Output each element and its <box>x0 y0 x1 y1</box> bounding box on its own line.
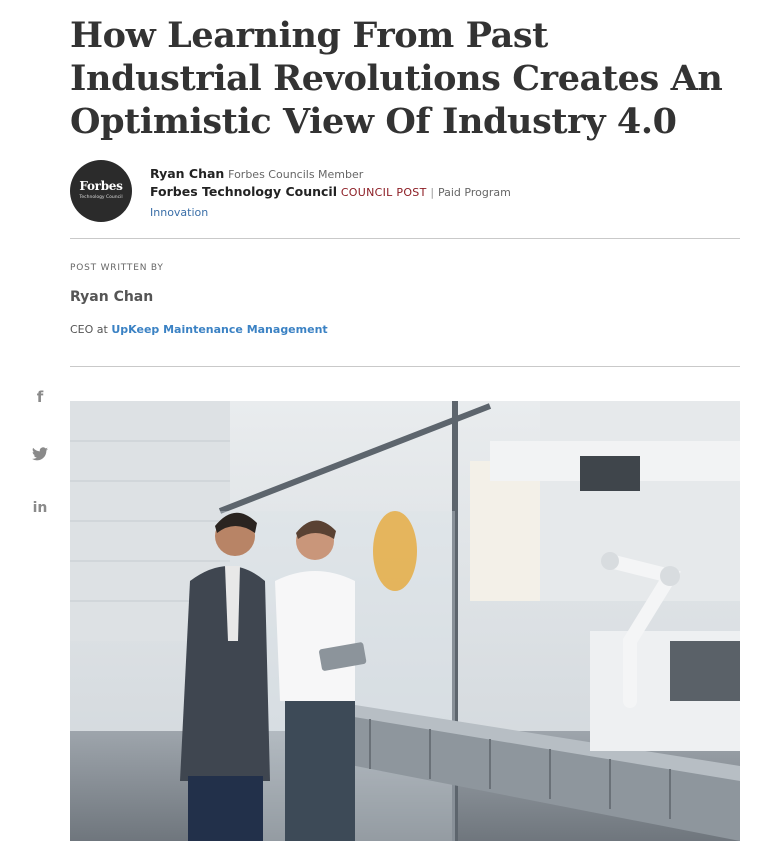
company-link[interactable]: UpKeep Maintenance Management <box>111 323 327 336</box>
article-title: How Learning From Past Industrial Revolu… <box>70 15 723 142</box>
linkedin-icon: in <box>32 500 48 516</box>
hero-image <box>70 401 740 841</box>
twitter-icon <box>32 447 48 461</box>
divider-top <box>70 238 740 239</box>
council-post-badge: COUNCIL POST <box>340 186 427 199</box>
byline-meta: Ryan Chan Forbes Councils Member Forbes … <box>150 165 511 221</box>
divider-bottom <box>70 366 740 367</box>
author-byline: Forbes Technology Council Ryan Chan Forb… <box>70 158 740 224</box>
council-name-link[interactable]: Forbes Technology Council <box>150 184 337 199</box>
member-label: Forbes Councils Member <box>228 168 364 181</box>
logo-brand: Forbes <box>79 179 123 193</box>
forbes-council-logo[interactable]: Forbes Technology Council <box>70 160 132 222</box>
written-by-author: Ryan Chan <box>70 289 154 305</box>
author-name-link[interactable]: Ryan Chan <box>150 166 224 181</box>
role-prefix: CEO at <box>70 323 108 336</box>
topic-link-innovation[interactable]: Innovation <box>150 204 208 221</box>
twitter-share-button[interactable] <box>30 444 50 464</box>
linkedin-share-button[interactable]: in <box>30 500 50 520</box>
separator: | <box>430 186 435 199</box>
post-written-by-label: POST WRITTEN BY <box>70 263 164 273</box>
logo-subtext: Technology Council <box>79 195 123 200</box>
facebook-icon: f <box>36 388 44 406</box>
hero-image-illustration <box>70 401 740 841</box>
paid-program-label: Paid Program <box>437 186 511 199</box>
author-role: CEO at UpKeep Maintenance Management <box>70 323 328 336</box>
facebook-share-button[interactable]: f <box>30 388 50 408</box>
